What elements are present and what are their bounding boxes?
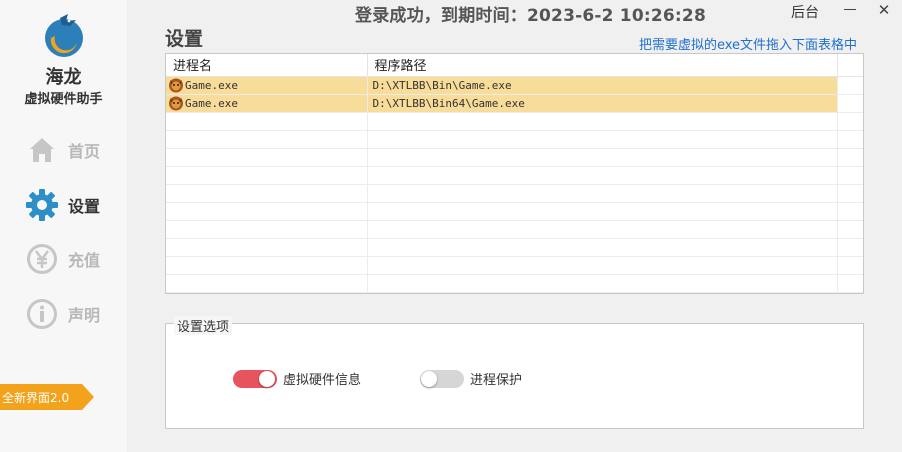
process-cell: Game.exe <box>166 94 368 113</box>
nav-item-home[interactable]: 首页 <box>24 132 124 168</box>
info-icon <box>24 296 60 332</box>
path-cell: D:\XTLBB\Bin64\Game.exe <box>367 94 838 113</box>
sidebar: 海龙 虚拟硬件助手 首页 设置 充值 声明 全新界面2.0 <box>0 0 127 452</box>
nav-item-settings[interactable]: 设置 <box>24 187 124 223</box>
drag-hint: 把需要虚拟的exe文件拖入下面表格中 <box>638 38 857 53</box>
close-icon[interactable]: ✕ <box>876 1 892 19</box>
empty-row <box>166 274 863 293</box>
process-name: Game.exe <box>185 96 238 110</box>
empty-row <box>166 256 863 275</box>
empty-row <box>166 220 863 239</box>
nav-label-home: 首页 <box>68 142 101 161</box>
version-badge: 全新界面2.0 <box>0 384 94 410</box>
background-button[interactable]: 后台 <box>791 2 819 22</box>
nav-item-recharge[interactable]: 充值 <box>24 241 124 277</box>
settings-options-title: 设置选项 <box>174 316 233 335</box>
nav-label-statement: 声明 <box>68 306 101 325</box>
nav-item-statement[interactable]: 声明 <box>24 296 124 332</box>
login-status: 登录成功，到期时间：2023-6-2 10:26:28 <box>355 6 706 26</box>
toggle-switch-off[interactable] <box>420 369 464 388</box>
minimize-icon[interactable] <box>843 2 857 18</box>
column-header-filler <box>837 54 863 77</box>
empty-row <box>166 184 863 203</box>
nav-label-settings: 设置 <box>68 197 101 216</box>
process-name: Game.exe <box>185 78 238 92</box>
process-protection-label: 进程保护 <box>470 373 523 388</box>
process-table[interactable]: 进程名 程序路径 Game.exe D:\XTLBB\Bin\Game.exe … <box>165 53 864 294</box>
column-header-process[interactable]: 进程名 <box>166 54 368 77</box>
empty-row <box>166 130 863 149</box>
page-title: 设置 <box>165 28 204 50</box>
table-row[interactable]: Game.exe D:\XTLBB\Bin64\Game.exe <box>166 94 863 113</box>
game-app-icon <box>169 96 183 111</box>
dragon-logo-icon <box>45 14 83 57</box>
nav-label-recharge: 充值 <box>68 251 101 270</box>
brand-subtitle: 虚拟硬件助手 <box>24 92 103 107</box>
empty-row <box>166 166 863 185</box>
column-header-path[interactable]: 程序路径 <box>367 54 838 77</box>
home-icon <box>24 132 60 168</box>
table-row[interactable]: Game.exe D:\XTLBB\Bin\Game.exe <box>166 76 863 95</box>
brand-name: 海龙 <box>45 67 82 88</box>
path-cell: D:\XTLBB\Bin\Game.exe <box>367 76 838 95</box>
settings-options-group: 设置选项 虚拟硬件信息 进程保护 <box>165 316 864 429</box>
virtual-hardware-label: 虚拟硬件信息 <box>283 373 362 388</box>
toggle-knob <box>421 370 437 387</box>
toggle-knob <box>259 370 275 387</box>
process-cell: Game.exe <box>166 76 368 95</box>
game-app-icon <box>169 78 183 93</box>
yen-icon <box>24 241 60 277</box>
virtual-hardware-toggle[interactable]: 虚拟硬件信息 <box>233 369 361 388</box>
toggle-switch-on[interactable] <box>233 369 277 388</box>
empty-row <box>166 148 863 167</box>
process-protection-toggle[interactable]: 进程保护 <box>420 369 522 388</box>
empty-row <box>166 112 863 131</box>
version-badge-label: 全新界面2.0 <box>2 391 70 405</box>
gear-icon <box>24 187 60 223</box>
empty-row <box>166 202 863 221</box>
empty-row <box>166 238 863 257</box>
